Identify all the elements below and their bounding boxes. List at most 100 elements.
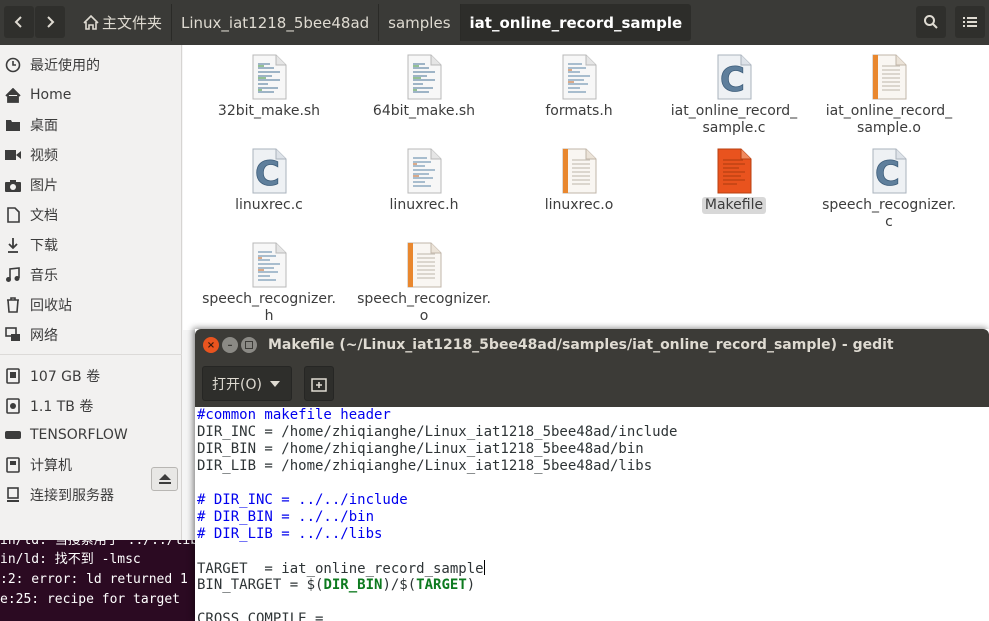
svg-text:C: C [255,154,280,194]
window-title: Makefile (~/Linux_iat1218_5bee48ad/sampl… [268,337,894,353]
file-item[interactable]: speech_recognizer. o [349,242,499,325]
breadcrumb-home[interactable]: 主文件夹 [74,4,172,41]
file-name: speech_recognizer. o [357,291,491,324]
breadcrumb-current[interactable]: iat_online_record_sample [459,4,692,41]
search-button[interactable] [916,6,946,38]
search-icon [924,15,938,29]
sidebar-item-music[interactable]: 音乐 [0,261,182,289]
sidebar-item-label: 1.1 TB 卷 [30,399,94,415]
code-line: BIN_TARGET = $(DIR_BIN)/$(TARGET) [197,577,476,593]
network-icon [2,327,24,343]
file-item[interactable]: C speech_recognizer. c [814,148,964,231]
sidebar-item-desktop[interactable]: 桌面 [0,111,182,139]
file-view: 32bit_make.sh 64bit_make.sh formats.h C … [183,45,989,330]
sidebar-item-label: 文档 [30,208,58,224]
server-icon [2,487,24,503]
minimize-button[interactable]: – [222,337,238,353]
code-line: # DIR_INC = ../../include [197,492,408,508]
breadcrumb-item[interactable]: samples [378,4,460,41]
forward-button[interactable] [35,6,65,38]
sidebar-item-label: 音乐 [30,268,58,284]
sidebar-item-network[interactable]: 网络 [0,321,182,349]
window-titlebar[interactable]: × – Makefile (~/Linux_iat1218_5bee48ad/s… [195,329,989,361]
file-item[interactable]: C linuxrec.c [194,148,344,214]
file-item[interactable]: 32bit_make.sh [194,54,344,120]
file-name: speech_recognizer. h [202,291,336,324]
camera-icon [2,179,24,192]
file-item-selected[interactable]: Makefile [659,148,809,214]
chevron-right-icon [47,16,55,28]
sidebar-item-home[interactable]: Home [0,81,182,109]
file-item[interactable]: 64bit_make.sh [349,54,499,120]
close-button[interactable]: × [203,337,219,353]
c-source-file-icon: C [250,148,288,194]
file-name: Makefile [701,197,767,214]
sidebar-separator [0,354,182,355]
home-icon [83,15,99,30]
sidebar-item-label: 下载 [30,238,58,254]
maximize-button[interactable] [241,337,257,353]
svg-text:C: C [720,60,745,100]
usb-drive-icon [2,429,24,441]
home-icon [2,87,24,103]
file-item[interactable]: linuxrec.o [504,148,654,214]
code-line: # DIR_BIN = ../../bin [197,509,375,525]
file-item[interactable]: speech_recognizer. h [194,242,344,325]
file-name: iat_online_record_ sample.o [825,103,953,136]
c-source-file-icon: C [715,54,753,100]
close-icon: × [206,339,216,351]
list-icon [963,17,977,27]
terminal-line: e:25: recipe for target [0,592,181,607]
sidebar-item-label: TENSORFLOW [30,427,128,443]
code-line: DIR_BIN = /home/zhiqianghe/Linux_iat1218… [197,441,644,457]
file-name: iat_online_record_ sample.c [670,103,798,136]
sidebar-item-trash[interactable]: 回收站 [0,291,182,319]
text-editor[interactable]: #common makefile header DIR_INC = /home/… [195,407,989,621]
folder-icon [2,118,24,132]
file-item[interactable]: linuxrec.h [349,148,499,214]
sidebar-item-label: 桌面 [30,118,58,134]
sidebar-item-downloads[interactable]: 下载 [0,231,182,259]
new-tab-icon [311,377,327,392]
sidebar-item-videos[interactable]: 视频 [0,141,182,169]
file-name: linuxrec.o [544,197,614,213]
file-item[interactable]: formats.h [504,54,654,120]
open-button[interactable]: 打开(O) [202,366,292,401]
make-variable: DIR_BIN [323,577,383,593]
view-menu-button[interactable] [955,6,985,38]
file-name: 32bit_make.sh [217,103,321,119]
chevron-left-icon [14,16,22,28]
sidebar-item-documents[interactable]: 文档 [0,201,182,229]
sidebar-item-recent[interactable]: 最近使用的 [0,51,182,79]
open-button-label: 打开(O) [212,376,262,393]
sidebar-item-tensorflow[interactable]: TENSORFLOW [0,421,182,449]
code-line: DIR_LIB = /home/zhiqianghe/Linux_iat1218… [197,458,653,474]
script-file-icon [405,54,443,100]
sidebar-item-connect-server[interactable]: 连接到服务器 [0,481,182,509]
sidebar-item-volume-1tb[interactable]: 1.1 TB 卷 [0,392,182,420]
object-file-icon [870,54,908,100]
clock-icon [2,57,24,73]
file-name: formats.h [545,103,613,119]
trash-icon [2,297,24,313]
new-document-button[interactable] [304,366,334,401]
sidebar-item-label: 计算机 [30,458,72,474]
text-cursor [483,560,485,575]
sidebar-item-volume-107gb[interactable]: 107 GB 卷 [0,362,182,390]
back-button[interactable] [4,6,34,38]
sidebar-item-pictures[interactable]: 图片 [0,171,182,199]
breadcrumb-item[interactable]: Linux_iat1218_5bee48ad [171,4,379,41]
file-name: 64bit_make.sh [372,103,476,119]
make-variable: TARGET [416,577,467,593]
terminal-window[interactable]: in/ld: 当搜索用于 ../../lib in/ld: 找不到 -lmsc … [0,540,195,621]
file-item[interactable]: C iat_online_record_ sample.c [659,54,809,137]
header-file-icon [405,148,443,194]
breadcrumb: 主文件夹 Linux_iat1218_5bee48ad samples iat_… [74,4,692,41]
header-file-icon [250,242,288,288]
code-line-current: TARGET = iat_online_record_sample [197,560,989,577]
sidebar-item-computer[interactable]: 计算机 [0,451,182,479]
file-item[interactable]: iat_online_record_ sample.o [814,54,964,137]
file-name: linuxrec.h [389,197,459,213]
